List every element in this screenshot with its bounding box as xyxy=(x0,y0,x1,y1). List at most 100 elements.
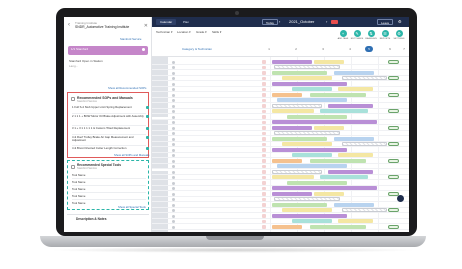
task-bar[interactable] xyxy=(292,153,332,157)
task-bar[interactable] xyxy=(272,103,322,108)
location-filter[interactable]: Location ▾ xyxy=(177,30,191,34)
task-bar[interactable] xyxy=(314,191,344,196)
close-icon[interactable]: ✕ xyxy=(144,23,148,29)
task-bar[interactable] xyxy=(272,224,302,229)
status-chip[interactable] xyxy=(388,158,399,163)
status-chip[interactable] xyxy=(388,125,399,130)
show-recommended-link[interactable]: Show all Recommended SOPs xyxy=(108,86,146,90)
show-all-tools-link[interactable]: Show all Special Tools xyxy=(118,205,146,209)
sop-item[interactable]: 1 Full S-4 Stub Upper Limit Spring Repla… xyxy=(72,105,149,109)
technician-filter[interactable]: Technician ▾ xyxy=(156,30,173,34)
task-bar[interactable] xyxy=(272,59,312,64)
task-bar[interactable] xyxy=(272,175,314,179)
task-bar[interactable] xyxy=(272,109,314,113)
task-bar[interactable] xyxy=(274,65,340,69)
task-bar[interactable] xyxy=(320,175,368,179)
check-icon[interactable] xyxy=(146,127,149,130)
scroll-to-top-button[interactable] xyxy=(397,195,404,202)
task-bar[interactable] xyxy=(310,224,366,229)
status-chip[interactable] xyxy=(388,224,399,229)
task-bar[interactable] xyxy=(342,76,387,80)
check-icon[interactable] xyxy=(146,136,149,139)
tab-calendar[interactable]: Calendar xyxy=(156,19,177,25)
leave-button[interactable]: Leave xyxy=(377,19,394,25)
task-bar[interactable] xyxy=(282,142,332,146)
task-bar[interactable] xyxy=(272,70,327,75)
task-bar[interactable] xyxy=(342,142,387,146)
add-task-button[interactable]: + ADD TASK xyxy=(336,30,350,40)
check-icon[interactable] xyxy=(146,115,149,118)
today-button[interactable]: Today xyxy=(262,19,279,25)
sop-item[interactable]: 3 1 + 3 1 1 1 1 1 & Custom Tilted Replac… xyxy=(72,126,149,130)
edit-tasks-button[interactable]: ✎ EDIT TASKS xyxy=(350,30,364,40)
task-bar[interactable] xyxy=(272,202,327,207)
stamford-service-link[interactable]: Stamford Service xyxy=(120,37,141,41)
prev-month-icon[interactable]: ‹ xyxy=(279,19,280,25)
task-bar[interactable] xyxy=(314,125,344,130)
task-bar[interactable] xyxy=(342,208,387,212)
task-bar[interactable] xyxy=(277,164,347,168)
show-all-sops-link[interactable]: Show all SOPs and Manuals xyxy=(114,153,149,157)
check-icon[interactable] xyxy=(146,147,149,150)
task-bar[interactable] xyxy=(282,208,332,212)
next-month-icon[interactable]: › xyxy=(326,19,327,25)
assignment-card[interactable]: 1/1 Stamford xyxy=(68,46,148,55)
task-bar[interactable] xyxy=(282,76,332,80)
task-bar[interactable] xyxy=(287,180,347,185)
task-bar[interactable] xyxy=(272,147,347,152)
task-bar[interactable] xyxy=(334,202,374,207)
task-bar[interactable] xyxy=(338,219,373,223)
task-bar[interactable] xyxy=(320,109,368,113)
tool-item[interactable]: Tool Name xyxy=(72,201,85,205)
description-notes-section[interactable]: Description & Notes xyxy=(67,214,149,224)
task-bar[interactable] xyxy=(272,120,377,124)
task-bar[interactable] xyxy=(310,158,366,163)
back-arrow-icon[interactable]: ‹ xyxy=(68,22,70,28)
task-bar[interactable] xyxy=(272,136,327,141)
schedule-row[interactable] xyxy=(152,224,409,230)
task-bar[interactable] xyxy=(272,191,312,196)
sop-item[interactable]: 2 1 1 1 + BOW Motor Oil Brake Adjustment… xyxy=(72,114,149,118)
task-bar[interactable] xyxy=(272,92,302,97)
task-bar[interactable] xyxy=(272,169,322,174)
status-chip[interactable] xyxy=(388,76,399,80)
sop-item[interactable]: 4 & Brust Oriented Cutter Length Correct… xyxy=(72,146,149,150)
task-bar[interactable] xyxy=(292,87,332,91)
tool-item[interactable]: Tool Name xyxy=(72,187,85,191)
status-chip[interactable] xyxy=(388,109,399,113)
task-bar[interactable] xyxy=(272,213,347,218)
task-bar[interactable] xyxy=(287,114,347,119)
status-chip[interactable] xyxy=(388,59,399,64)
status-chip[interactable] xyxy=(388,142,399,146)
task-bar[interactable] xyxy=(274,131,340,135)
status-chip[interactable] xyxy=(388,175,399,179)
settings-button[interactable]: ⚙ SETTINGS xyxy=(392,30,406,40)
status-chip[interactable] xyxy=(388,208,399,212)
task-bar[interactable] xyxy=(272,81,347,86)
task-bar[interactable] xyxy=(277,98,347,102)
task-bar[interactable] xyxy=(334,136,374,141)
task-bar[interactable] xyxy=(328,169,373,174)
task-bar[interactable] xyxy=(272,158,302,163)
task-bar[interactable] xyxy=(338,153,373,157)
sop-item[interactable]: 4 & Roof Trolley Brake Air Gap Measureme… xyxy=(72,135,149,142)
task-bar[interactable] xyxy=(328,103,373,108)
task-bar[interactable] xyxy=(272,186,377,190)
grade-filter[interactable]: Grade ▾ xyxy=(196,30,207,34)
tool-item[interactable]: Tool Name xyxy=(72,173,85,177)
task-bar[interactable] xyxy=(334,70,374,75)
reassign-button[interactable]: ⇅ REASSIGN xyxy=(364,30,378,40)
reports-button[interactable]: ☰ REPORTS xyxy=(378,30,392,40)
status-chip[interactable] xyxy=(388,92,399,97)
skills-filter[interactable]: Skills ▾ xyxy=(212,30,221,34)
settings-icon[interactable]: ⚙ xyxy=(398,19,402,25)
task-bar[interactable] xyxy=(310,92,366,97)
task-bar[interactable] xyxy=(272,125,312,130)
task-bar[interactable] xyxy=(292,219,332,223)
task-bar[interactable] xyxy=(314,59,344,64)
tool-item[interactable]: Tool Name xyxy=(72,194,85,198)
task-bar[interactable] xyxy=(274,197,340,201)
check-icon[interactable] xyxy=(146,106,149,109)
task-bar[interactable] xyxy=(338,87,373,91)
tool-item[interactable]: Tool Name xyxy=(72,180,85,184)
